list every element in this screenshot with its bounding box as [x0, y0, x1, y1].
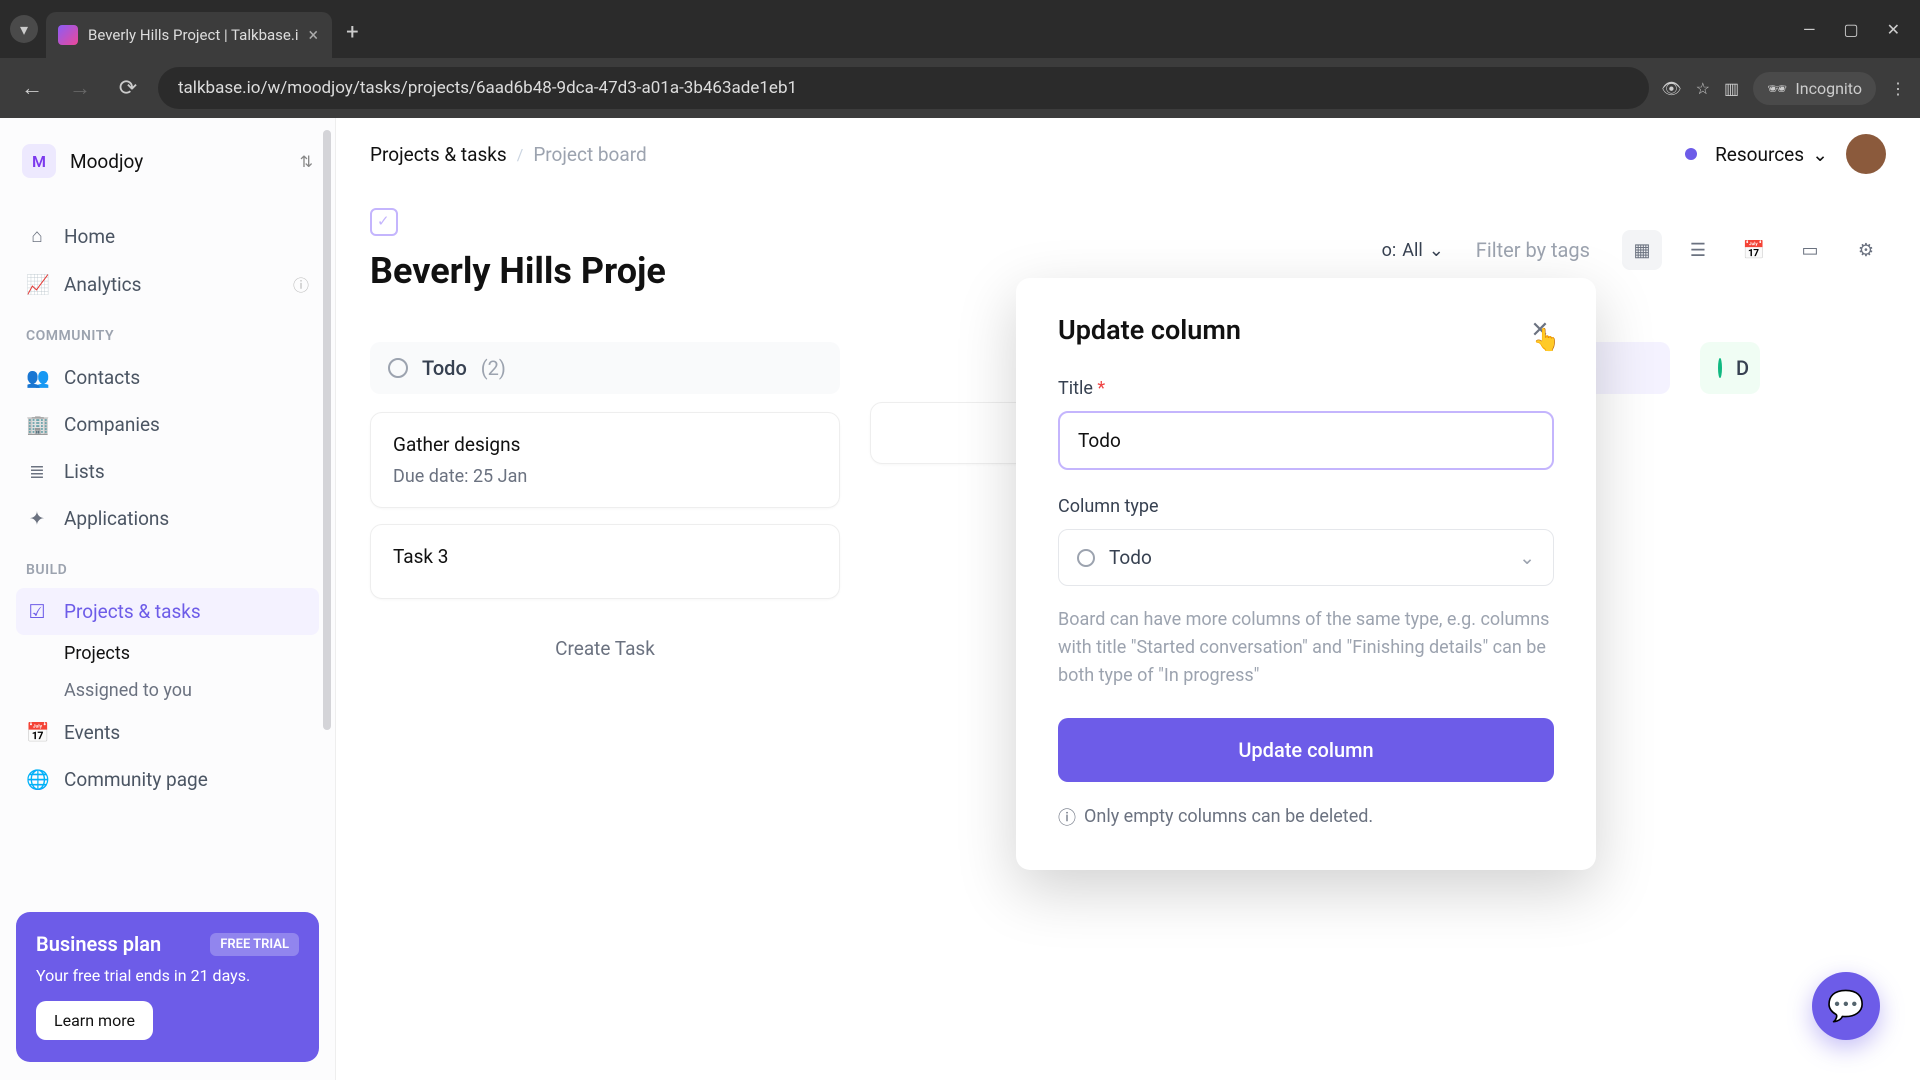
applications-icon: ✦ — [26, 507, 48, 530]
sidebar-item-label: Applications — [64, 507, 169, 530]
status-ring-icon — [1077, 549, 1095, 567]
sidebar-item-label: Home — [64, 225, 115, 248]
events-icon: 📅 — [26, 721, 48, 744]
close-window-icon[interactable]: ✕ — [1887, 20, 1900, 39]
lists-icon: ≣ — [26, 460, 48, 483]
chevron-down-icon: ⌄ — [1519, 546, 1535, 569]
contacts-icon: 👥 — [26, 366, 48, 389]
companies-icon: 🏢 — [26, 413, 48, 436]
incognito-label: Incognito — [1795, 79, 1862, 98]
sidebar-item-label: Events — [64, 721, 120, 744]
sidebar-sub-assigned[interactable]: Assigned to you — [16, 672, 319, 709]
forward-button[interactable]: → — [62, 75, 98, 101]
url-text: talkbase.io/w/moodjoy/tasks/projects/6aa… — [178, 78, 797, 98]
address-bar[interactable]: talkbase.io/w/moodjoy/tasks/projects/6aa… — [158, 67, 1649, 109]
info-icon: ⓘ — [1058, 804, 1076, 830]
browser-tab[interactable]: Beverly Hills Project | Talkbase.i × — [46, 12, 332, 58]
main-area: Projects & tasks / Project board Resourc… — [336, 118, 1920, 1080]
sidebar-item-community-page[interactable]: 🌐 Community page — [16, 756, 319, 803]
window-controls: — ▢ ✕ — [1803, 20, 1910, 39]
sidebar-item-lists[interactable]: ≣ Lists — [16, 448, 319, 495]
sidebar-item-label: Analytics — [64, 273, 141, 296]
sidebar-item-label: Projects & tasks — [64, 600, 201, 623]
sidebar-item-projects-tasks[interactable]: ☑ Projects & tasks — [16, 588, 319, 635]
modal-title: Update column — [1058, 314, 1241, 346]
title-input[interactable] — [1058, 411, 1554, 470]
sidebar-sub-projects[interactable]: Projects — [16, 635, 319, 672]
update-column-modal: Update column ✕ 👆 Title * Column type To… — [1016, 278, 1596, 870]
workspace-name: Moodjoy — [70, 150, 286, 173]
maximize-icon[interactable]: ▢ — [1843, 20, 1858, 39]
panel-icon[interactable]: ▥ — [1724, 79, 1739, 98]
analytics-icon: 📈 — [26, 273, 48, 296]
sidebar-item-companies[interactable]: 🏢 Companies — [16, 401, 319, 448]
sidebar-item-label: Contacts — [64, 366, 140, 389]
eye-off-icon[interactable]: 👁 — [1661, 79, 1681, 98]
bookmark-icon[interactable]: ☆ — [1696, 79, 1710, 98]
sidebar-item-label: Companies — [64, 413, 160, 436]
sidebar-scrollbar[interactable] — [323, 130, 331, 910]
chat-fab-button[interactable]: 💬 — [1812, 972, 1880, 1040]
promo-badge: FREE TRIAL — [210, 933, 299, 956]
browser-tab-strip: ▾ Beverly Hills Project | Talkbase.i × +… — [0, 0, 1920, 58]
sidebar-item-label: Community page — [64, 768, 208, 791]
learn-more-button[interactable]: Learn more — [36, 1001, 153, 1040]
title-field-label: Title * — [1058, 378, 1554, 399]
sidebar-item-analytics[interactable]: 📈 Analytics ⓘ — [16, 260, 319, 308]
promo-text: Your free trial ends in 21 days. — [36, 966, 299, 985]
tasks-icon: ☑ — [26, 600, 48, 623]
menu-icon[interactable]: ⋮ — [1890, 79, 1906, 98]
incognito-badge[interactable]: 🕶 Incognito — [1753, 72, 1876, 105]
close-icon[interactable]: ✕ — [1526, 316, 1554, 344]
help-text: Board can have more columns of the same … — [1058, 606, 1554, 690]
minimize-icon[interactable]: — — [1803, 20, 1816, 39]
section-label-build: BUILD — [16, 542, 319, 588]
delete-note: ⓘOnly empty columns can be deleted. — [1058, 804, 1554, 830]
column-type-select[interactable]: Todo ⌄ — [1058, 529, 1554, 586]
chevron-updown-icon: ⇅ — [300, 152, 313, 171]
sidebar-item-events[interactable]: 📅 Events — [16, 709, 319, 756]
globe-icon: 🌐 — [26, 768, 48, 791]
sidebar-item-home[interactable]: ⌂ Home — [16, 212, 319, 260]
workspace-switcher[interactable]: M Moodjoy ⇅ — [16, 136, 319, 186]
section-label-community: COMMUNITY — [16, 308, 319, 354]
app-root: M Moodjoy ⇅ ⌂Home 📈Analyticsⓘ COMMUNITY … — [0, 118, 1920, 1080]
home-icon: ⌂ — [26, 224, 48, 248]
info-icon[interactable]: ⓘ — [293, 272, 309, 296]
reload-button[interactable]: ⟳ — [110, 76, 146, 101]
close-tab-icon[interactable]: × — [308, 25, 318, 46]
sidebar-item-applications[interactable]: ✦ Applications — [16, 495, 319, 542]
tab-search-button[interactable]: ▾ — [10, 15, 38, 43]
select-value: Todo — [1109, 546, 1152, 569]
promo-card: Business plan FREE TRIAL Your free trial… — [16, 912, 319, 1062]
tab-title: Beverly Hills Project | Talkbase.i — [88, 26, 298, 44]
workspace-badge: M — [22, 144, 56, 178]
back-button[interactable]: ← — [14, 75, 50, 101]
incognito-icon: 🕶 — [1767, 79, 1787, 98]
sidebar: M Moodjoy ⇅ ⌂Home 📈Analyticsⓘ COMMUNITY … — [0, 118, 336, 1080]
type-field-label: Column type — [1058, 496, 1554, 517]
browser-toolbar: ← → ⟳ talkbase.io/w/moodjoy/tasks/projec… — [0, 58, 1920, 118]
promo-title: Business plan — [36, 932, 161, 956]
update-column-button[interactable]: Update column — [1058, 718, 1554, 782]
favicon — [58, 25, 78, 45]
new-tab-button[interactable]: + — [346, 20, 358, 45]
sidebar-item-contacts[interactable]: 👥 Contacts — [16, 354, 319, 401]
sidebar-item-label: Lists — [64, 460, 105, 483]
